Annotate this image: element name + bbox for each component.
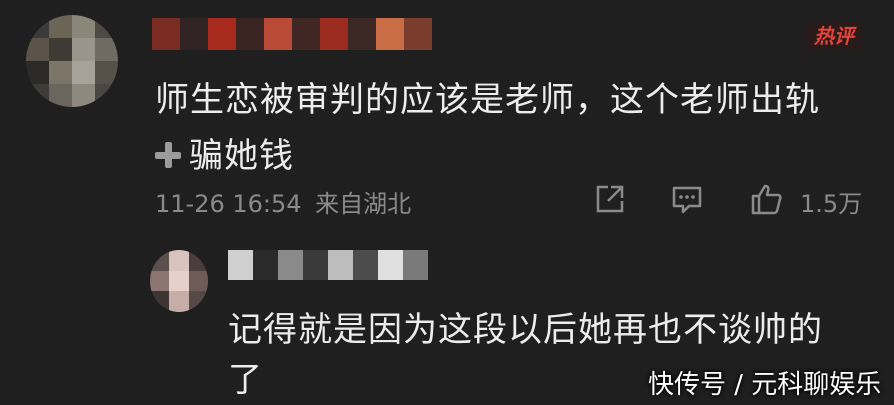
comment-meta: 11-26 16:54 来自湖北 xyxy=(155,184,411,219)
avatar[interactable] xyxy=(26,15,118,107)
thumbs-up-icon[interactable] xyxy=(750,182,784,216)
location: 来自湖北 xyxy=(315,190,412,218)
reply-username-redacted[interactable] xyxy=(228,250,428,280)
comment-text-line1: 师生恋被审判的应该是老师，这个老师出轨 xyxy=(155,80,820,120)
comment-text: 师生恋被审判的应该是老师，这个老师出轨 骗她钱 xyxy=(155,72,845,184)
share-icon[interactable] xyxy=(593,182,627,216)
timestamp: 11-26 16:54 xyxy=(155,190,302,218)
comment-text-line2: 骗她钱 xyxy=(189,136,294,176)
username-redacted[interactable] xyxy=(152,18,432,50)
reply-avatar[interactable] xyxy=(150,250,208,312)
hot-comment-badge: 热评 xyxy=(806,22,862,50)
watermark: 快传号 / 元科聊娱乐 xyxy=(648,370,882,400)
plus-icon xyxy=(155,141,181,168)
comment-icon[interactable] xyxy=(670,182,704,216)
like-count: 1.5万 xyxy=(800,190,863,218)
